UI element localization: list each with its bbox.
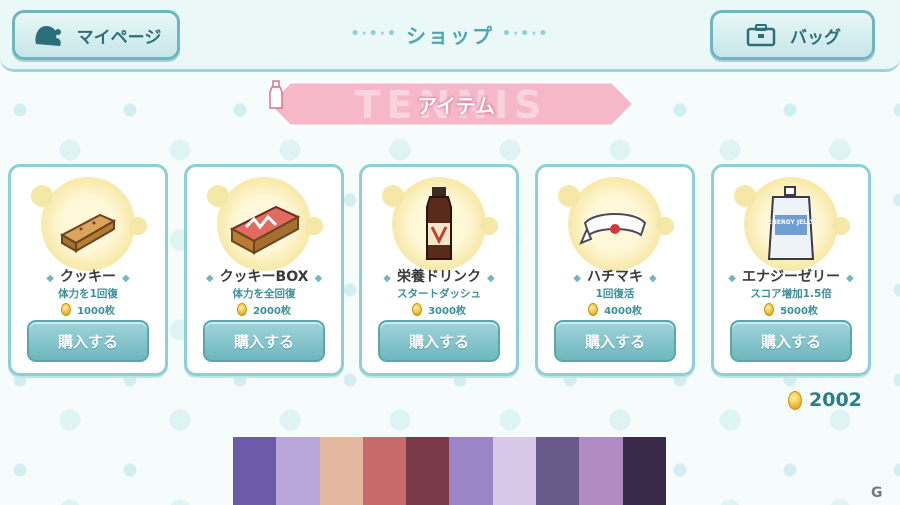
energy-drink-icon	[399, 185, 479, 265]
item-price: 2000枚	[187, 302, 341, 317]
item-effect: 体力を全回復	[232, 288, 296, 300]
coin-icon	[61, 303, 72, 316]
item-name: ◆ ハチマキ ◆	[573, 269, 657, 285]
buy-button[interactable]: 購入する	[554, 320, 676, 362]
bag-button[interactable]: バッグ	[710, 10, 875, 60]
title-dots-left: •·•·•	[350, 26, 398, 42]
coin-icon	[788, 390, 802, 410]
item-price: 3000枚	[362, 302, 516, 317]
shop-item-card: ◆ 栄養ドリンク ◆ スタートダッシュ 3000枚 購入する	[359, 164, 519, 376]
energy-jelly-icon: ENERGY JELLY	[751, 185, 831, 265]
item-name: ◆ クッキーBOX ◆	[205, 269, 323, 285]
shop-item-card: ENERGY JELLY ◆ エナジーゼリー ◆ スコア増加1.5倍 5000枚 購…	[711, 164, 871, 376]
item-effect: 1回復活	[595, 288, 635, 300]
buy-button[interactable]: 購入する	[203, 320, 325, 362]
item-price: 1000枚	[11, 302, 165, 317]
title-dots-right: •·•·•	[502, 26, 550, 42]
category-text: アイテム	[417, 93, 495, 118]
coin-icon	[412, 303, 423, 316]
buy-button[interactable]: 購入する	[378, 320, 500, 362]
cookie-box-icon	[224, 185, 304, 265]
shop-item-card: ◆ クッキーBOX ◆ 体力を全回復 2000枚 購入する	[184, 164, 344, 376]
buy-button[interactable]: 購入する	[730, 320, 852, 362]
header-bar: マイページ •·•·• ショップ •·•·• バッグ	[0, 0, 900, 72]
coin-icon	[764, 303, 775, 316]
jelly-label: ENERGY JELLY	[768, 219, 815, 226]
item-effect: 体力を1回復	[58, 288, 118, 300]
headband-icon	[575, 185, 655, 265]
item-effect: スタートダッシュ	[397, 288, 481, 300]
item-price: 4000枚	[538, 302, 692, 317]
item-name: ◆ エナジーゼリー ◆	[728, 269, 854, 285]
item-effect: スコア増加1.5倍	[750, 288, 832, 300]
cookie-icon	[48, 185, 128, 265]
category-label: アイテム	[268, 80, 634, 128]
shop-item-card: ◆ ハチマキ ◆ 1回復活 4000枚 購入する	[535, 164, 695, 376]
bag-label: バッグ	[790, 27, 841, 48]
shop-item-card: ◆ クッキー ◆ 体力を1回復 1000枚 購入する	[8, 164, 168, 376]
bag-icon	[744, 21, 778, 49]
balance-value: 2002	[809, 389, 862, 411]
coin-icon	[588, 303, 599, 316]
coin-balance: 2002	[788, 386, 862, 414]
coin-icon	[237, 303, 248, 316]
page-title: •·•·• ショップ •·•·•	[330, 18, 570, 50]
item-name: ◆ クッキー ◆	[46, 269, 130, 285]
shop-title-text: ショップ	[406, 23, 494, 48]
profile-icon	[31, 21, 65, 49]
buy-button[interactable]: 購入する	[27, 320, 149, 362]
item-name: ◆ 栄養ドリンク ◆	[383, 269, 495, 285]
category-banner: TENNIS アイテム	[268, 80, 634, 128]
watermark-logo: G	[871, 485, 883, 501]
pixelated-ad-banner[interactable]	[233, 437, 666, 505]
item-price: 5000枚	[714, 302, 868, 317]
mypage-button[interactable]: マイページ	[12, 10, 180, 60]
mypage-label: マイページ	[76, 27, 162, 48]
